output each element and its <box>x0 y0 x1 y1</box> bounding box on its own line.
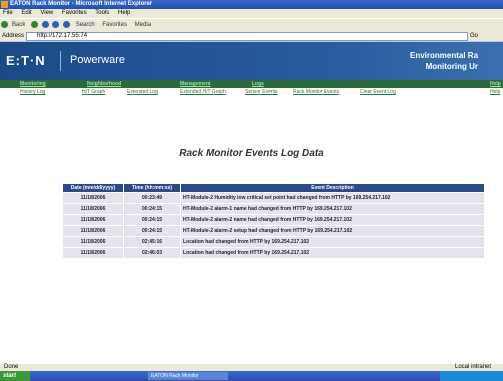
back-button[interactable]: Back <box>12 22 25 28</box>
back-icon[interactable] <box>1 20 8 28</box>
time-cell: 02:45:16 <box>123 236 181 248</box>
page-title: Rack Monitor Events Log Data <box>179 148 324 159</box>
date-cell: 11/18/2006 <box>62 214 124 226</box>
system-tray <box>440 371 503 381</box>
date-cell: 11/18/2006 <box>62 225 124 237</box>
time-cell: 00:23:49 <box>123 192 181 204</box>
date-column-header: Date (mm/dd/yyyy) <box>62 183 124 193</box>
event-cell: HT-Module-2 Humidity low critical set po… <box>180 192 485 204</box>
subnav-ht-graph[interactable]: H/T Graph <box>82 89 105 95</box>
event-column-header: Event Description <box>180 183 485 193</box>
table-row: 11/18/2006 02:45:16 Location had changed… <box>62 236 485 248</box>
event-cell: Location had changed from HTTP by 169.25… <box>180 236 485 248</box>
nav-management[interactable]: Management <box>180 81 211 87</box>
nav-logs[interactable]: Logs <box>252 81 264 87</box>
menu-tools[interactable]: Tools <box>95 10 109 16</box>
subnav-extended-ht-graph[interactable]: Extended H/T Graph <box>180 89 226 95</box>
address-bar: Address http://172.17.55.74 Go <box>0 31 503 41</box>
product-title-line1: Environmental Ra <box>410 51 479 60</box>
subnav-history-log[interactable]: History Log <box>20 89 45 95</box>
menu-edit[interactable]: Edit <box>21 10 31 16</box>
table-row: 11/18/2006 00:24:15 HT-Module-2 alarm-2 … <box>62 214 485 226</box>
subnav-help[interactable]: Help <box>490 89 500 95</box>
media-button[interactable]: Media <box>135 22 151 28</box>
date-cell: 11/18/2006 <box>62 192 124 204</box>
menu-view[interactable]: View <box>40 10 53 16</box>
search-button[interactable]: Search <box>76 22 95 28</box>
table-row: 11/18/2006 02:46:03 Location had changed… <box>62 247 485 259</box>
table-row: 11/18/2006 00:23:49 HT-Module-2 Humidity… <box>62 192 485 204</box>
product-title: Environmental Ra Monitoring Ur <box>410 50 478 72</box>
nav-monitoring[interactable]: Monitoring <box>20 81 46 87</box>
go-button[interactable]: Go <box>470 31 478 41</box>
windows-taskbar: start EATON Rack Monitor <box>0 371 503 381</box>
menu-help[interactable]: Help <box>118 10 130 16</box>
address-input[interactable]: http://172.17.55.74 <box>26 32 468 41</box>
nav-neighborhood[interactable]: Neighborhood <box>87 81 121 87</box>
nav-help[interactable]: Help <box>490 81 501 87</box>
event-cell: Location had changed from HTTP by 169.25… <box>180 247 485 259</box>
events-log-table: Date (mm/dd/yyyy) Time (hh:mm:ss) Event … <box>62 183 485 259</box>
header-banner: E:T·N Powerware Environmental Ra Monitor… <box>0 42 503 80</box>
table-row: 11/18/2006 00:24:15 HT-Module-2 alarm-1 … <box>62 203 485 215</box>
taskbar-ie-window[interactable]: EATON Rack Monitor <box>148 372 228 380</box>
primary-nav: Monitoring Neighborhood Management Logs … <box>0 80 503 88</box>
time-cell: 00:24:15 <box>123 214 181 226</box>
start-button[interactable]: start <box>0 371 30 381</box>
menu-bar: File Edit View Favorites Tools Help <box>0 9 503 18</box>
page-content: E:T·N Powerware Environmental Ra Monitor… <box>0 42 503 364</box>
stop-icon[interactable] <box>41 20 49 28</box>
date-cell: 11/18/2006 <box>62 247 124 259</box>
table-header-row: Date (mm/dd/yyyy) Time (hh:mm:ss) Event … <box>62 183 485 193</box>
address-label: Address <box>2 33 25 39</box>
window-title: EATON Rack Monitor - Microsoft Internet … <box>10 1 153 7</box>
home-icon[interactable] <box>63 20 71 28</box>
favorites-button[interactable]: Favorites <box>102 22 127 28</box>
forward-icon[interactable] <box>31 20 39 28</box>
time-column-header: Time (hh:mm:ss) <box>123 183 181 193</box>
subnav-sensor-events[interactable]: Sensor Events <box>245 89 278 95</box>
browser-toolbar: Back Search Favorites Media <box>0 18 503 31</box>
eaton-logo: E:T·N <box>6 53 46 68</box>
time-cell: 00:24:15 <box>123 203 181 215</box>
time-cell: 02:46:03 <box>123 247 181 259</box>
subnav-clear-event-log[interactable]: Clear Event Log <box>360 89 396 95</box>
brand-name: Powerware <box>70 54 126 66</box>
event-cell: HT-Module-2 alarm-2 name had changed fro… <box>180 214 485 226</box>
logo-divider <box>60 51 61 71</box>
product-title-line2: Monitoring Ur <box>425 62 479 71</box>
subnav-rack-monitor-events[interactable]: Rack Monitor Events <box>293 89 339 95</box>
time-cell: 00:24:15 <box>123 225 181 237</box>
event-cell: HT-Module-2 alarm-1 name had changed fro… <box>180 203 485 215</box>
refresh-icon[interactable] <box>52 20 60 28</box>
date-cell: 11/18/2006 <box>62 236 124 248</box>
date-cell: 11/18/2006 <box>62 203 124 215</box>
ie-icon <box>1 1 8 8</box>
zone-text: Local intranet <box>455 364 492 370</box>
secondary-nav: History Log H/T Graph Extended Log Exten… <box>0 88 503 97</box>
window-titlebar: EATON Rack Monitor - Microsoft Internet … <box>0 0 503 9</box>
table-row: 11/18/2006 00:24:15 HT-Module-2 alarm-2 … <box>62 225 485 237</box>
event-cell: HT-Module-2 alarm-2 setup had changed fr… <box>180 225 485 237</box>
status-text: Done <box>4 364 19 370</box>
status-bar: Done Local intranet <box>0 364 503 371</box>
subnav-extended-log[interactable]: Extended Log <box>127 89 158 95</box>
menu-favorites[interactable]: Favorites <box>62 10 87 16</box>
menu-file[interactable]: File <box>3 10 13 16</box>
